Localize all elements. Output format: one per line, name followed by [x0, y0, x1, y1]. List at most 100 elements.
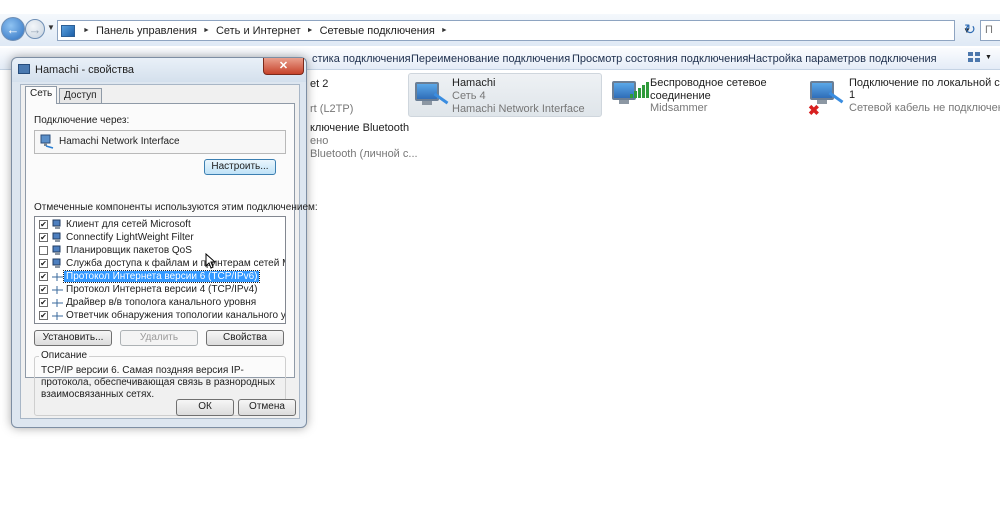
component-label: Протокол Интернета версии 4 (TCP/IPv4) [66, 284, 258, 295]
search-input[interactable]: П [980, 20, 1000, 41]
uninstall-button[interactable]: Удалить [120, 330, 198, 346]
component-checkbox[interactable]: ✔ [39, 298, 48, 307]
component-label: Connectify LightWeight Filter [66, 232, 194, 243]
chevron-right-icon[interactable]: ► [441, 27, 448, 34]
component-checkbox[interactable]: ✔ [39, 272, 48, 281]
list-item[interactable]: ✔ Служба доступа к файлам и принтерам се… [35, 257, 285, 270]
lan-adapter-icon: ✖ [808, 78, 844, 118]
connection-item-vpn[interactable]: et 2 rt (L2TP) [300, 73, 400, 117]
protocol-icon [52, 299, 63, 307]
ok-button[interactable]: ОК [176, 399, 234, 416]
component-label: Ответчик обнаружения топологии канальног… [66, 310, 286, 321]
install-button[interactable]: Установить... [34, 330, 112, 346]
connection-name-line2: соединение [650, 90, 711, 102]
component-label: Служба доступа к файлам и принтерам сете… [66, 258, 285, 269]
connection-device: Hamachi Network Interface [452, 103, 585, 115]
connection-status: ено [310, 135, 329, 147]
connection-item-lan[interactable]: ✖ Подключение по локальной сети 1 Сетево… [806, 73, 1000, 118]
network-client-icon [52, 258, 61, 268]
breadcrumb-network-connections[interactable]: Сетевые подключения [320, 25, 435, 37]
recent-pages-dropdown[interactable]: ▼ [47, 23, 55, 32]
connection-status: Сетевой кабель не подключен [849, 102, 1000, 114]
tab-page-network: Подключение через: Hamachi Network Inter… [25, 103, 318, 416]
breadcrumb-control-panel[interactable]: Панель управления [96, 25, 197, 37]
protocol-icon [52, 312, 63, 320]
connect-using-label: Подключение через: [34, 115, 130, 126]
component-checkbox[interactable]: ✔ [39, 259, 48, 268]
address-bar-area: ← → ▼ ► Панель управления ► Сеть и Интер… [0, 14, 1000, 46]
component-label: Клиент для сетей Microsoft [66, 219, 191, 230]
dialog-title: Hamachi - свойства [35, 64, 135, 76]
protocol-icon [52, 286, 63, 294]
list-item[interactable]: ✔ Connectify LightWeight Filter [35, 231, 285, 244]
wireless-network-icon [610, 78, 649, 112]
connection-device: Bluetooth (личной с... [310, 148, 418, 160]
connection-device: rt (L2TP) [310, 103, 354, 115]
connection-name: et 2 [310, 78, 329, 90]
component-checkbox[interactable]: ✔ [39, 285, 48, 294]
connection-item-wireless[interactable]: Беспроводное сетевое соединение Midsamme… [608, 73, 798, 117]
change-connection-settings-button[interactable]: Настройка параметров подключения [748, 53, 937, 65]
connection-item-hamachi[interactable]: Hamachi Сеть 4 Hamachi Network Interface [408, 73, 602, 117]
network-client-icon [52, 245, 61, 255]
network-adapter-icon [18, 64, 30, 74]
chevron-right-icon[interactable]: ► [307, 27, 314, 34]
network-adapter-icon [413, 79, 449, 113]
address-field[interactable]: ► Панель управления ► Сеть и Интернет ► … [57, 20, 955, 41]
connection-name-line2: 1 [849, 89, 856, 101]
connection-name: ключение Bluetooth [310, 122, 410, 134]
component-checkbox[interactable]: ✔ [39, 233, 48, 242]
description-legend: Описание [39, 350, 90, 361]
tab-sharing[interactable]: Доступ [59, 88, 102, 103]
description-text: TCP/IP версии 6. Самая поздняя версия IP… [41, 365, 275, 400]
properties-dialog: Hamachi - свойства ✕ Сеть Доступ Подключ… [11, 57, 318, 428]
components-label: Отмеченные компоненты используются этим … [34, 202, 318, 213]
connection-name-line1: Беспроводное сетевое [650, 77, 767, 89]
back-button[interactable]: ← [1, 17, 25, 41]
network-adapter-icon [40, 134, 54, 149]
diagnose-connection-button[interactable]: стика подключения [312, 53, 411, 65]
component-checkbox[interactable] [39, 246, 48, 255]
connection-name-line1: Подключение по локальной сети [849, 77, 1000, 89]
tab-network[interactable]: Сеть [25, 86, 58, 104]
component-label: Протокол Интернета версии 6 (TCP/IPv6) [62, 270, 261, 283]
list-item[interactable]: Планировщик пакетов QoS [35, 244, 285, 257]
connection-network: Midsammer [650, 102, 708, 114]
connection-item-bluetooth[interactable]: ключение Bluetooth ено Bluetooth (личной… [300, 118, 418, 162]
list-item[interactable]: ✔ Ответчик обнаружения топологии канальн… [35, 309, 285, 322]
protocol-icon [52, 273, 63, 281]
network-client-icon [52, 232, 61, 242]
view-connection-status-button[interactable]: Просмотр состояния подключения [572, 53, 748, 65]
network-client-icon [52, 219, 61, 229]
breadcrumb-network-internet[interactable]: Сеть и Интернет [216, 25, 301, 37]
dialog-title-bar[interactable]: Hamachi - свойства ✕ [12, 58, 306, 82]
adapter-name: Hamachi Network Interface [59, 136, 180, 147]
list-item-selected[interactable]: ✔ Протокол Интернета версии 6 (TCP/IPv6) [35, 270, 285, 283]
configure-button[interactable]: Настроить... [204, 159, 276, 175]
disconnected-x-icon: ✖ [808, 102, 820, 118]
list-item[interactable]: ✔ Клиент для сетей Microsoft [35, 218, 285, 231]
component-checkbox[interactable]: ✔ [39, 311, 48, 320]
change-view-icon[interactable] [968, 52, 984, 66]
connection-name: Hamachi [452, 77, 496, 89]
forward-button[interactable]: → [25, 19, 45, 39]
control-panel-icon [61, 24, 75, 37]
dialog-body: Сеть Доступ Подключение через: Hamachi N… [20, 84, 318, 419]
chevron-right-icon[interactable]: ► [83, 27, 90, 34]
cancel-button[interactable]: Отмена [238, 399, 296, 416]
component-checkbox[interactable]: ✔ [39, 220, 48, 229]
properties-button[interactable]: Свойства [206, 330, 284, 346]
component-label: Планировщик пакетов QoS [66, 245, 192, 256]
rename-connection-button[interactable]: Переименование подключения [411, 53, 570, 65]
list-item[interactable]: ✔ Драйвер в/в тополога канального уровня [35, 296, 285, 309]
list-item[interactable]: ✔ Протокол Интернета версии 4 (TCP/IPv4) [35, 283, 285, 296]
components-list[interactable]: ✔ Клиент для сетей Microsoft ✔ Connectif… [34, 216, 286, 324]
connection-status: Сеть 4 [452, 90, 486, 102]
chevron-down-icon[interactable]: ▼ [985, 54, 992, 61]
adapter-field: Hamachi Network Interface [34, 130, 286, 154]
chevron-right-icon[interactable]: ► [203, 27, 210, 34]
close-button[interactable]: ✕ [263, 58, 304, 75]
refresh-icon[interactable]: ↻ [962, 21, 978, 39]
mouse-cursor-icon [205, 253, 215, 269]
component-label: Драйвер в/в тополога канального уровня [66, 297, 257, 308]
